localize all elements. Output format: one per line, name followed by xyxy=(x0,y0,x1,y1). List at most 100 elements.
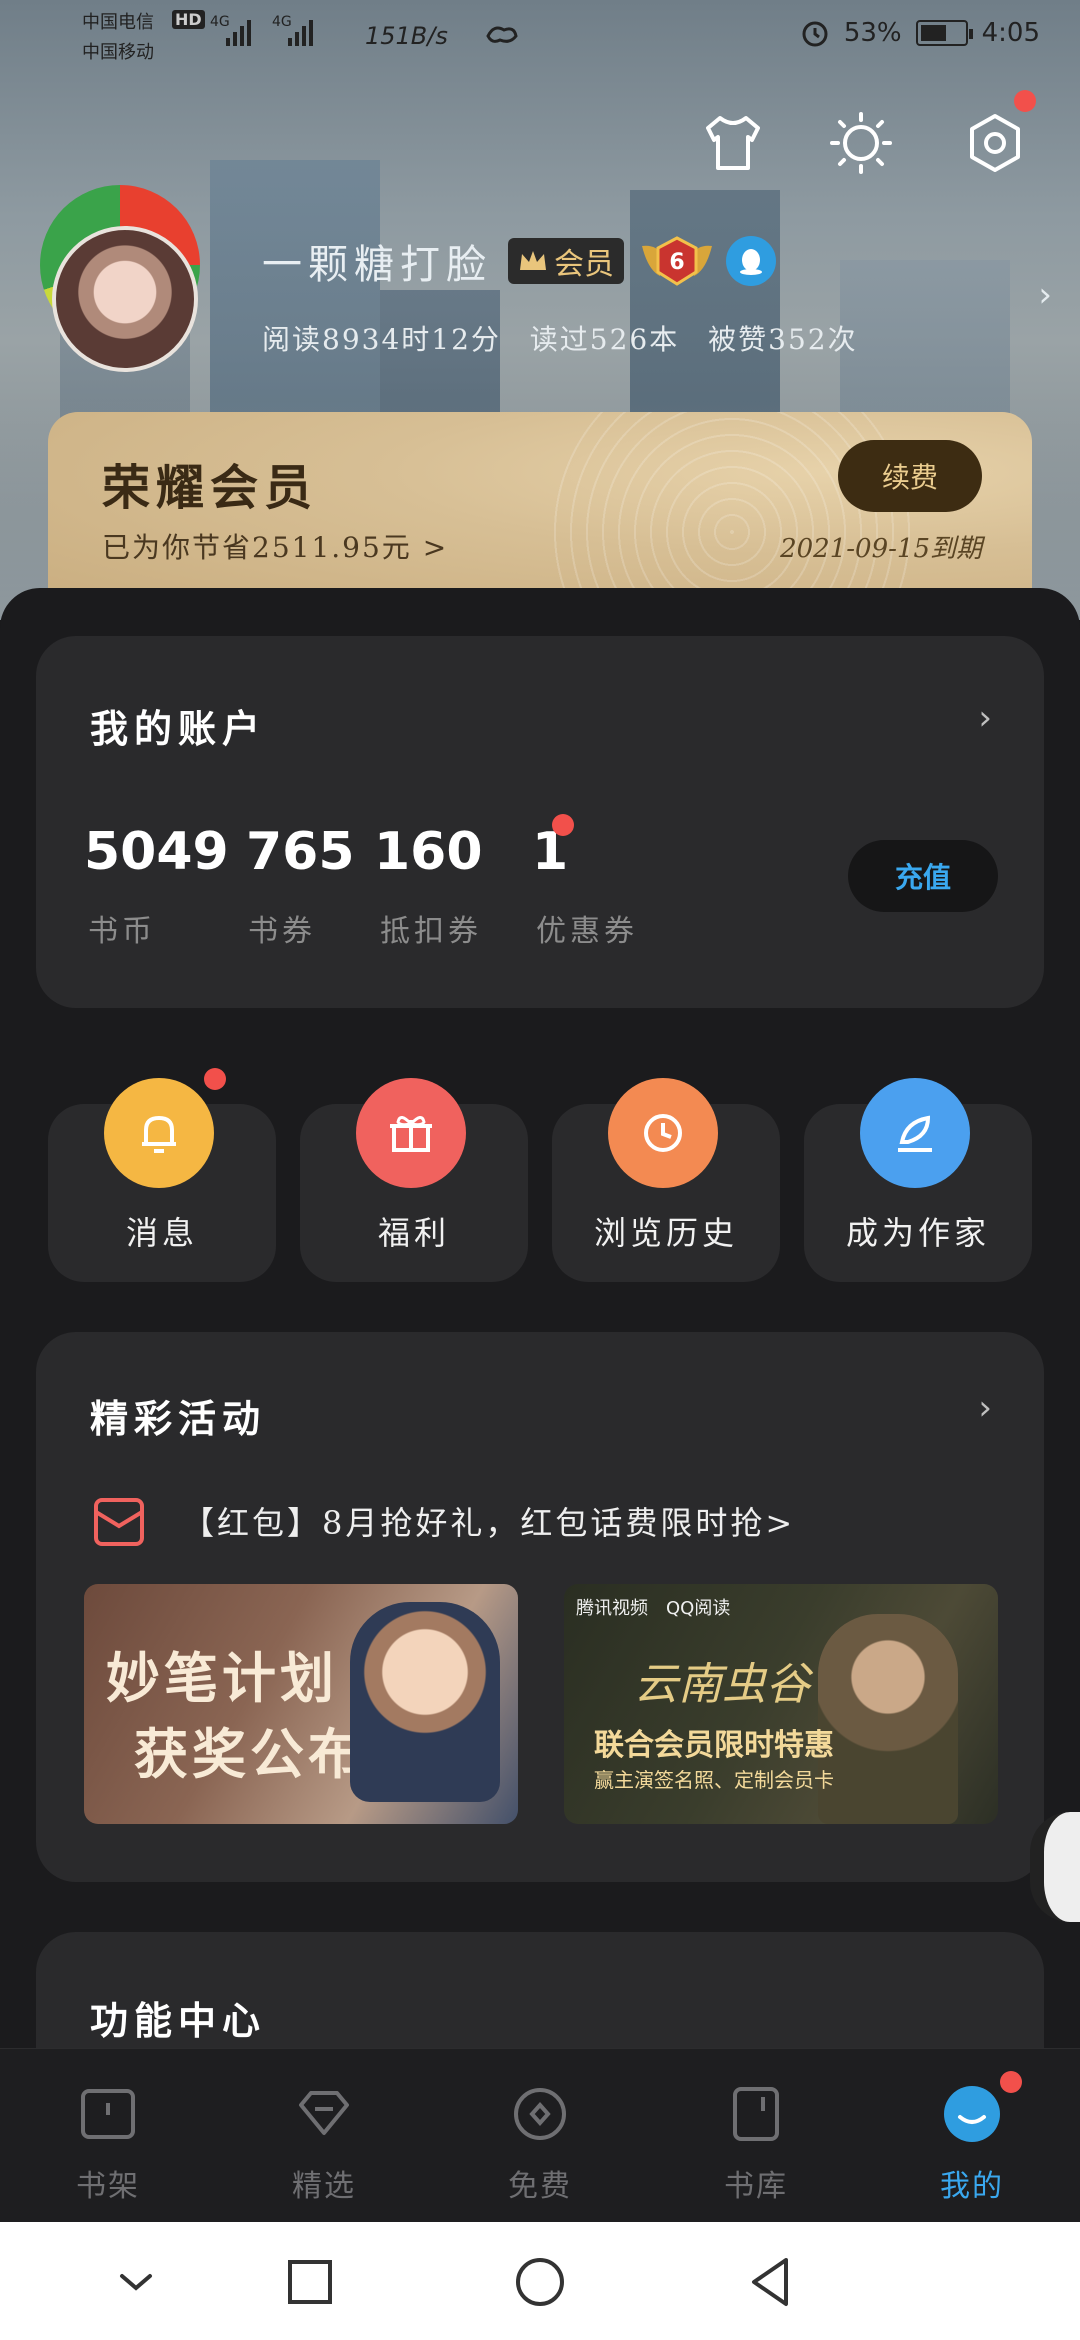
banner-writing-plan[interactable]: 妙笔计划 获奖公布 xyxy=(84,1584,518,1824)
deduction-balance[interactable]: 160 xyxy=(374,822,483,882)
tab-bookshelf[interactable]: 书架 xyxy=(38,2079,178,2205)
floating-mascot[interactable] xyxy=(1030,1812,1080,1922)
messages-notification-dot xyxy=(204,1068,226,1090)
carrier-2: 中国移动 xyxy=(82,42,154,63)
tencent-video-logo: 腾讯视频 xyxy=(576,1598,648,1619)
coupon-notification-dot xyxy=(552,814,574,836)
vip-savings[interactable]: 已为你节省2511.95元 > xyxy=(102,526,448,566)
messages-label: 消息 xyxy=(125,1214,198,1252)
library-icon xyxy=(733,2087,779,2141)
cloud-icon xyxy=(486,26,518,43)
recharge-button[interactable]: 充值 xyxy=(848,840,998,912)
promo-item[interactable]: 【红包】8月抢好礼，红包话费限时抢> xyxy=(92,1494,795,1548)
avatar[interactable] xyxy=(52,226,198,372)
tab-mine[interactable]: 我的 xyxy=(902,2071,1042,2205)
diamond-icon xyxy=(299,2091,349,2135)
tab-featured[interactable]: 精选 xyxy=(254,2079,394,2205)
vip-title: 荣耀会员 xyxy=(102,460,319,516)
status-right: 53% 4:05 xyxy=(800,18,1040,48)
tab-featured-label: 精选 xyxy=(292,2169,356,2204)
collapse-chevron-icon[interactable] xyxy=(106,2252,166,2312)
voucher-balance[interactable]: 765 xyxy=(246,822,355,882)
account-title: 我的账户 xyxy=(90,706,267,751)
carrier-1: 中国电信 xyxy=(82,12,154,33)
back-triangle-icon[interactable] xyxy=(740,2252,800,2312)
account-card[interactable]: 我的账户 › 5049 书币 765 书券 160 抵扣券 1 优惠券 充值 xyxy=(36,636,1044,1008)
card-decoration xyxy=(552,412,912,612)
qq-badge[interactable] xyxy=(726,236,776,286)
crown-icon xyxy=(520,251,546,270)
tab-library-label: 书库 xyxy=(724,2169,788,2204)
renew-button[interactable]: 续费 xyxy=(838,440,982,512)
coupon-label: 优惠券 xyxy=(536,914,638,949)
tab-free[interactable]: 免费 xyxy=(470,2079,610,2205)
carrier-labels: 中国电信 中国移动 xyxy=(82,8,154,68)
gift-icon xyxy=(356,1078,466,1188)
home-circle-icon[interactable] xyxy=(510,2252,570,2312)
function-center-title: 功能中心 xyxy=(90,1998,267,2043)
alarm-icon xyxy=(802,21,828,47)
settings-notification-dot xyxy=(1014,90,1036,112)
tab-bookshelf-label: 书架 xyxy=(76,2169,140,2204)
account-chevron-icon[interactable]: › xyxy=(978,698,992,738)
banner1-line2: 获奖公布 xyxy=(134,1722,366,1786)
bookshelf-icon xyxy=(81,2089,135,2139)
bell-icon xyxy=(104,1078,214,1188)
free-icon xyxy=(514,2088,566,2140)
status-bar: 中国电信 中国移动 HD 4G 4G 151B/s 53% 4:05 xyxy=(0,0,1080,80)
battery-icon xyxy=(915,20,973,46)
recents-square-icon[interactable] xyxy=(280,2252,340,2312)
promo-text: 【红包】8月抢好礼，红包话费限时抢> xyxy=(182,1504,796,1542)
bottom-tab-bar: 书架 精选 免费 书库 我的 xyxy=(0,2048,1080,2222)
theme-shirt-icon[interactable] xyxy=(700,110,766,176)
become-writer-label: 成为作家 xyxy=(845,1214,990,1252)
settings-icon[interactable] xyxy=(962,110,1028,176)
profile-chevron-icon[interactable]: › xyxy=(1038,275,1052,315)
banner1-line1: 妙笔计划 xyxy=(106,1646,338,1710)
signal-icon xyxy=(226,20,251,46)
vip-expire-date: 2021-09-15到期 xyxy=(780,534,982,564)
tab-library[interactable]: 书库 xyxy=(686,2079,826,2205)
level-number: 6 xyxy=(669,250,684,275)
activities-card: 精彩活动 › 【红包】8月抢好礼，红包话费限时抢> 妙笔计划 获奖公布 腾讯视频… xyxy=(36,1332,1044,1882)
battery-percent: 53% xyxy=(843,18,902,48)
activities-chevron-icon[interactable]: › xyxy=(978,1388,992,1428)
username[interactable]: 一颗糖打脸 xyxy=(262,232,492,290)
clock: 4:05 xyxy=(981,18,1040,48)
activities-title: 精彩活动 xyxy=(90,1396,267,1441)
anime-character-image xyxy=(350,1602,500,1802)
partner-logos: 腾讯视频 QQ阅读 xyxy=(576,1594,730,1620)
level-badge[interactable]: 6 xyxy=(640,236,714,286)
brightness-icon[interactable] xyxy=(828,110,894,176)
welfare-button[interactable]: 福利 xyxy=(300,1078,528,1282)
penguin-icon xyxy=(740,249,762,275)
clock-icon xyxy=(608,1078,718,1188)
history-label: 浏览历史 xyxy=(593,1214,738,1252)
vip-membership-card[interactable]: 荣耀会员 已为你节省2511.95元 > 续费 2021-09-15到期 xyxy=(48,412,1032,612)
system-navigation-bar xyxy=(0,2222,1080,2340)
messages-button[interactable]: 消息 xyxy=(48,1068,276,1282)
history-button[interactable]: 浏览历史 xyxy=(552,1078,780,1282)
become-writer-button[interactable]: 成为作家 xyxy=(804,1078,1032,1282)
hd-indicator: HD xyxy=(172,10,205,29)
signal-icon xyxy=(288,20,313,46)
banner2-line2: 赢主演签名照、定制会员卡 xyxy=(594,1768,834,1792)
tab-mine-label: 我的 xyxy=(940,2169,1004,2204)
qq-reading-logo: QQ阅读 xyxy=(666,1598,731,1619)
deduction-label: 抵扣券 xyxy=(380,914,482,949)
coin-label: 书币 xyxy=(88,914,156,949)
welfare-label: 福利 xyxy=(377,1214,450,1252)
vip-badge[interactable]: 会员 xyxy=(508,238,624,284)
voucher-label: 书券 xyxy=(248,914,316,949)
network-speed: 151B/s xyxy=(365,22,448,50)
coin-balance[interactable]: 5049 xyxy=(84,822,229,882)
tab-free-label: 免费 xyxy=(508,2169,572,2204)
reading-stats[interactable]: 阅读8934时12分 读过526本 被赞352次 xyxy=(262,318,858,358)
banner-joint-membership[interactable]: 腾讯视频 QQ阅读 云南虫谷 联合会员限时特惠 赢主演签名照、定制会员卡 xyxy=(564,1584,998,1824)
vip-badge-label: 会员 xyxy=(554,247,614,282)
banner2-title: 云南虫谷 xyxy=(634,1659,810,1710)
red-envelope-icon xyxy=(94,1498,144,1546)
banner2-line1: 联合会员限时特惠 xyxy=(594,1728,834,1763)
mine-notification-dot xyxy=(1000,2071,1022,2093)
pen-icon xyxy=(860,1078,970,1188)
